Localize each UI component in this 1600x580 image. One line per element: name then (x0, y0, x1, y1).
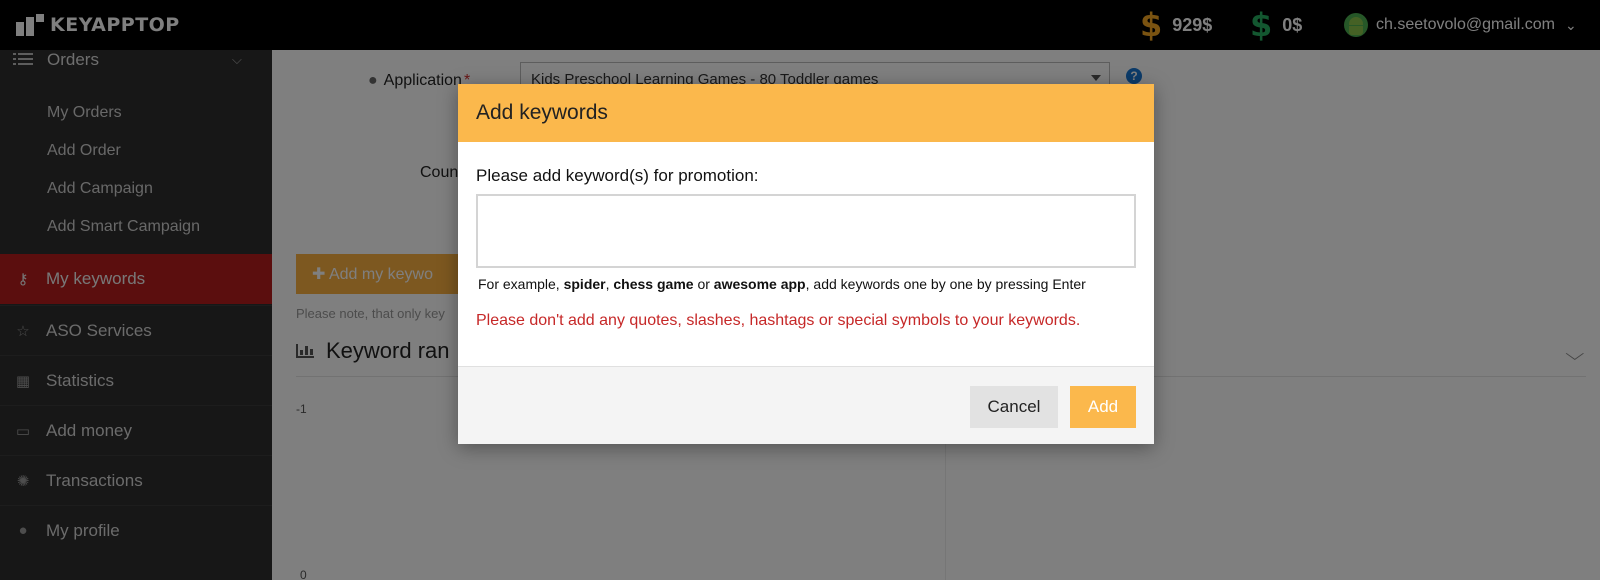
keywords-hint: For example, spider, chess game or aweso… (478, 276, 1086, 292)
modal-body: Please add keyword(s) for promotion: For… (458, 142, 1154, 366)
modal-title: Add keywords (476, 101, 608, 124)
modal-footer: Cancel Add (458, 366, 1154, 444)
add-keywords-modal: Add keywords Please add keyword(s) for p… (458, 84, 1154, 444)
cancel-button[interactable]: Cancel (970, 386, 1058, 428)
modal-header: Add keywords (458, 84, 1154, 142)
example-keyword: chess game (613, 276, 694, 292)
keywords-warning: Please don't add any quotes, slashes, ha… (476, 312, 1081, 329)
example-keyword: spider (563, 276, 606, 292)
keywords-input[interactable] (476, 194, 1136, 268)
example-keyword: awesome app (713, 276, 806, 292)
keywords-prompt: Please add keyword(s) for promotion: (476, 166, 759, 185)
add-button[interactable]: Add (1070, 386, 1136, 428)
